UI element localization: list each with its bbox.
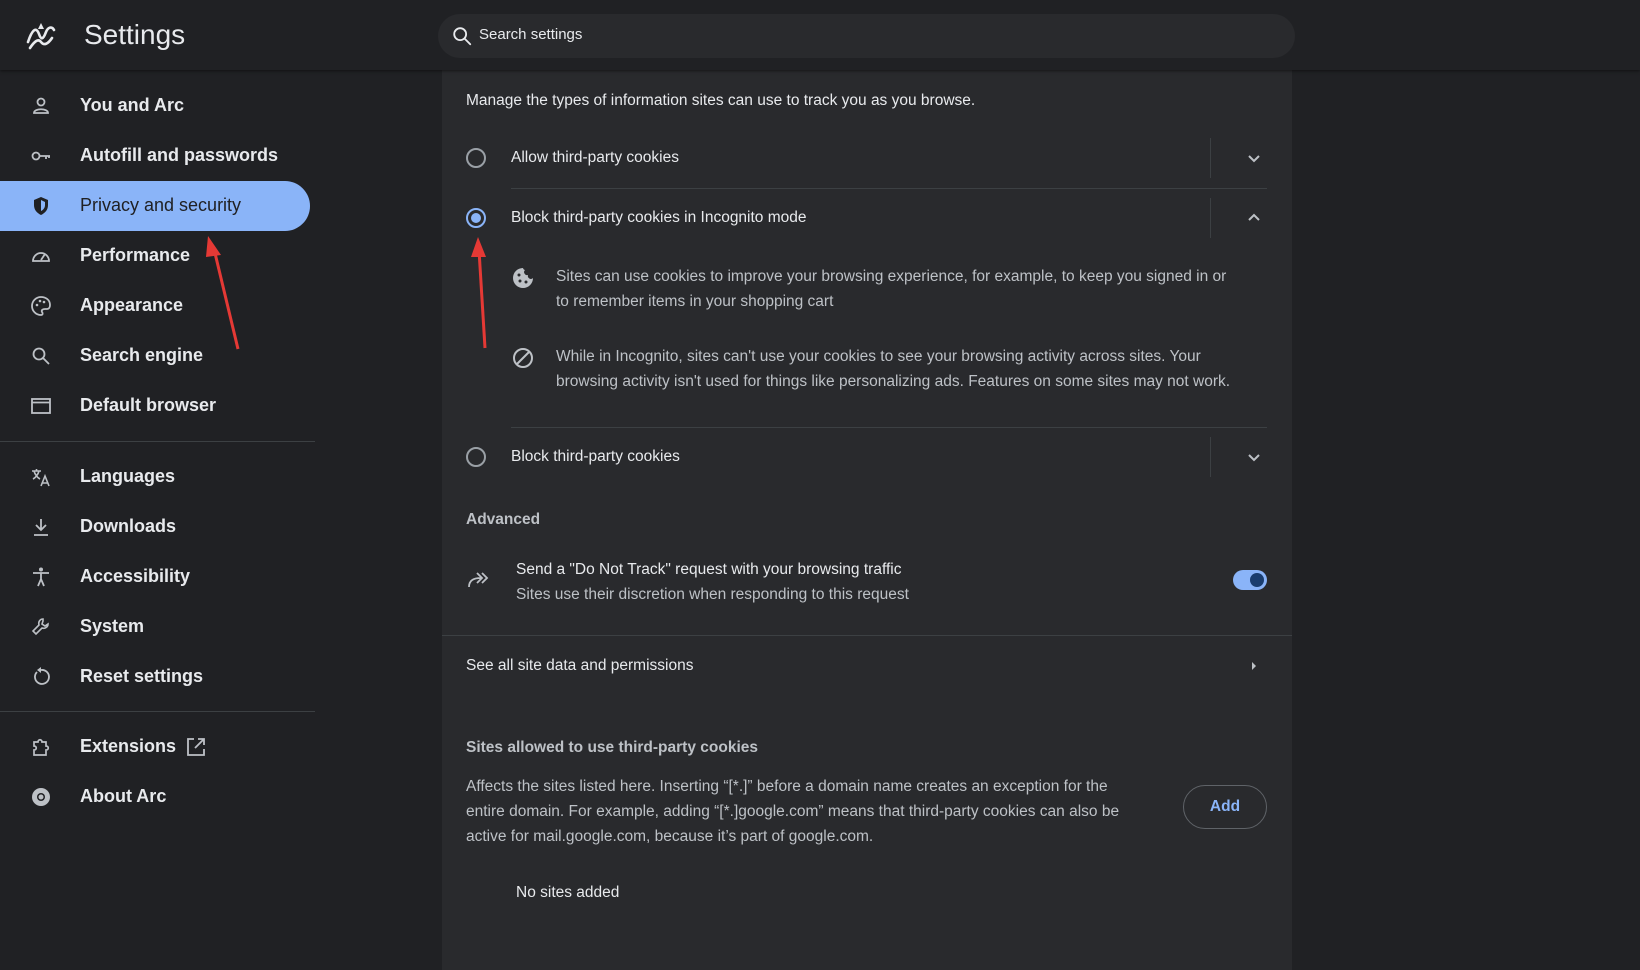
sidebar-item-search-engine[interactable]: Search engine xyxy=(0,331,310,381)
allowed-sites-desc: entire domain. For example, adding “[*.]… xyxy=(466,803,1120,820)
sidebar-item-extensions[interactable]: Extensions xyxy=(0,722,310,772)
search-bar[interactable] xyxy=(438,14,1295,58)
reset-icon xyxy=(34,667,50,685)
page-title: Settings xyxy=(84,19,186,50)
search-icon xyxy=(453,27,472,46)
chevron-down-icon[interactable] xyxy=(1242,146,1266,170)
detail-text: Sites can use cookies to improve your br… xyxy=(556,268,1227,285)
sidebar-item-privacy-and-security[interactable]: Privacy and security xyxy=(0,181,310,231)
sidebar-item-label: Appearance xyxy=(80,295,184,315)
person-icon xyxy=(33,97,49,114)
sidebar-item-label: Privacy and security xyxy=(80,195,242,215)
wrench-icon xyxy=(31,618,49,636)
allowed-sites-desc: active for mail.google.com, because it’s… xyxy=(466,828,874,845)
radio-allow-third-party[interactable] xyxy=(466,148,486,168)
sidebar-divider xyxy=(0,711,315,712)
chevron-up-icon[interactable] xyxy=(1242,206,1266,230)
detail-text: browsing activity isn't used for things … xyxy=(556,373,1231,390)
allowed-sites-heading: Sites allowed to use third-party cookies xyxy=(466,739,758,756)
sidebar-item-label: Languages xyxy=(80,466,176,486)
translate-icon xyxy=(32,469,50,487)
palette-icon xyxy=(31,296,51,316)
cookie-icon xyxy=(513,268,533,288)
chevron-right-icon xyxy=(1252,662,1256,670)
sidebar-item-label: Performance xyxy=(80,245,191,265)
add-site-button[interactable]: Add xyxy=(1183,785,1267,829)
puzzle-icon xyxy=(33,738,50,756)
divider xyxy=(511,427,1267,428)
search-input[interactable] xyxy=(479,26,1259,43)
download-icon xyxy=(34,519,48,536)
cookies-settings-card: Manage the types of information sites ca… xyxy=(442,70,1292,970)
separator xyxy=(1210,198,1211,238)
accessibility-icon xyxy=(33,567,49,587)
forward-arrow-icon xyxy=(468,572,489,588)
sidebar-item-label: About Arc xyxy=(80,786,167,806)
dnt-title: Send a "Do Not Track" request with your … xyxy=(516,561,902,578)
sidebar-item-label: System xyxy=(80,616,145,636)
speedometer-icon xyxy=(32,252,50,262)
sidebar-item-reset-settings[interactable]: Reset settings xyxy=(0,652,310,702)
dnt-subtitle: Sites use their discretion when respondi… xyxy=(516,586,909,603)
option-label: Block third-party cookies xyxy=(511,448,680,465)
sidebar-item-about-arc[interactable]: About Arc xyxy=(0,772,310,822)
sidebar-item-appearance[interactable]: Appearance xyxy=(0,281,310,331)
radio-block-incognito[interactable] xyxy=(466,208,486,228)
sidebar-item-label: Default browser xyxy=(80,395,217,415)
site-data-link: See all site data and permissions xyxy=(466,657,694,674)
sidebar-item-label: Extensions xyxy=(80,736,177,756)
sidebar-item-downloads[interactable]: Downloads xyxy=(0,502,310,552)
shield-icon xyxy=(34,197,48,215)
sidebar-item-label: Accessibility xyxy=(80,566,191,586)
separator xyxy=(1210,437,1211,477)
sidebar-item-performance[interactable]: Performance xyxy=(0,231,310,281)
sidebar-divider xyxy=(0,441,315,442)
external-link-icon xyxy=(187,738,205,756)
arc-logo-icon xyxy=(26,23,56,50)
sidebar-item-label: You and Arc xyxy=(80,95,185,115)
option-label: Allow third-party cookies xyxy=(511,149,679,166)
sidebar-item-label: Reset settings xyxy=(80,666,204,686)
sidebar-item-default-browser[interactable]: Default browser xyxy=(0,381,310,431)
chevron-down-icon[interactable] xyxy=(1242,445,1266,469)
sidebar-item-system[interactable]: System xyxy=(0,602,310,652)
detail-text: While in Incognito, sites can't use your… xyxy=(556,348,1201,365)
divider xyxy=(511,188,1267,189)
sidebar-nav: You and Arc Autofill and passwords Priva… xyxy=(0,70,315,970)
sidebar-item-label: Downloads xyxy=(80,516,177,536)
sidebar-item-you-and-arc[interactable]: You and Arc xyxy=(0,81,310,131)
sidebar-item-languages[interactable]: Languages xyxy=(0,452,310,502)
sidebar-item-label: Autofill and passwords xyxy=(80,145,279,165)
site-data-permissions-row[interactable]: See all site data and permissions xyxy=(442,636,1292,698)
top-bar: Settings xyxy=(0,0,1640,70)
allowed-sites-desc: Affects the sites listed here. Inserting… xyxy=(466,778,1108,795)
intro-text: Manage the types of information sites ca… xyxy=(466,92,976,109)
sidebar-item-label: Search engine xyxy=(80,345,204,365)
arc-logo-icon xyxy=(32,788,50,806)
key-icon xyxy=(31,151,50,161)
blocked-icon xyxy=(513,348,533,368)
detail-text: to remember items in your shopping cart xyxy=(556,293,834,310)
radio-block-third-party[interactable] xyxy=(466,447,486,467)
sidebar-item-accessibility[interactable]: Accessibility xyxy=(0,552,310,602)
empty-state-text: No sites added xyxy=(516,884,620,901)
option-label: Block third-party cookies in Incognito m… xyxy=(511,209,807,226)
sidebar-item-autofill[interactable]: Autofill and passwords xyxy=(0,131,310,181)
do-not-track-toggle[interactable] xyxy=(1233,570,1267,590)
search-icon xyxy=(32,347,50,365)
advanced-heading: Advanced xyxy=(466,511,541,528)
separator xyxy=(1210,138,1211,178)
browser-window-icon xyxy=(31,398,51,414)
